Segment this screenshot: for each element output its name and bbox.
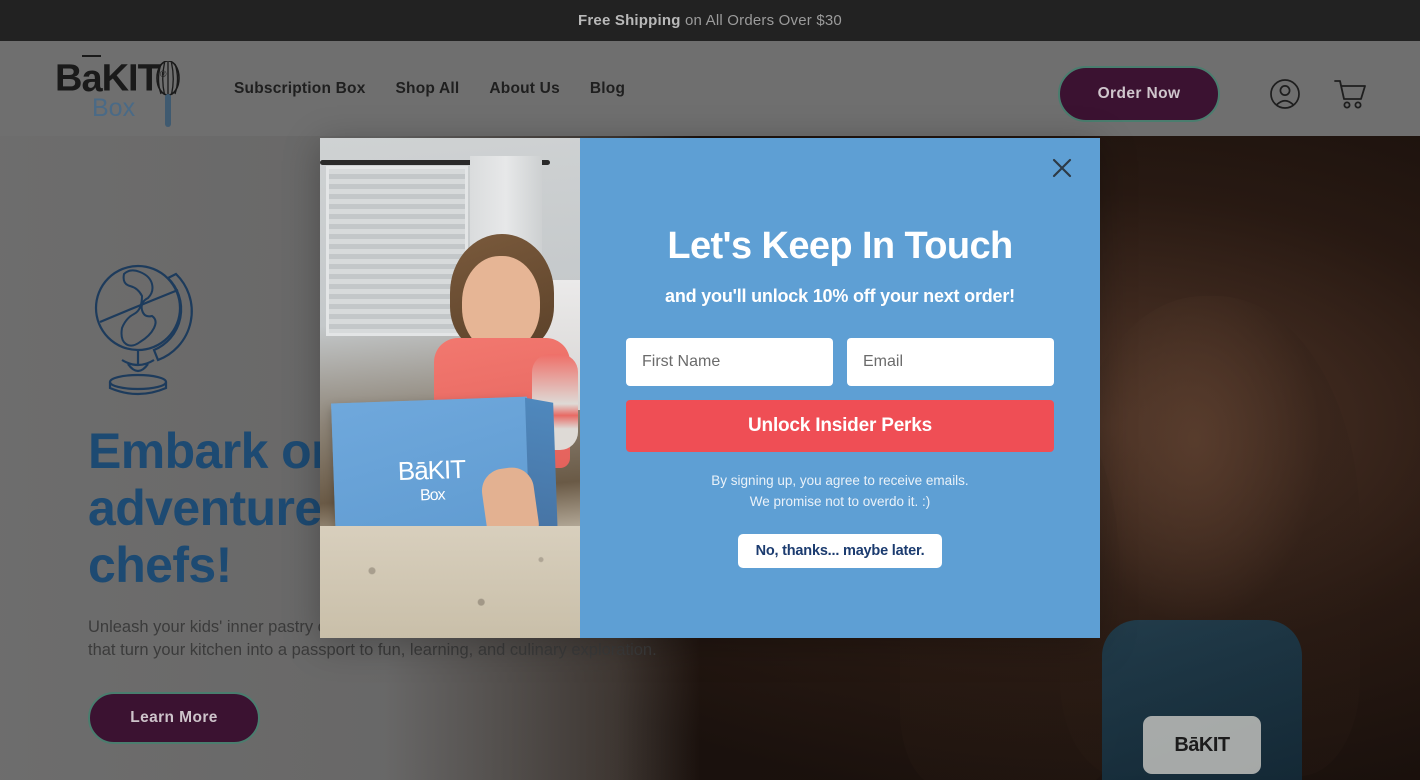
page-root: Free Shipping on All Orders Over $30 BaK… bbox=[0, 0, 1420, 780]
first-name-input[interactable] bbox=[626, 338, 833, 386]
site-logo[interactable]: BaKIT® Box bbox=[55, 55, 205, 127]
order-now-button[interactable]: Order Now bbox=[1058, 66, 1220, 122]
modal-title: Let's Keep In Touch bbox=[667, 225, 1013, 267]
nav-item-subscription-box[interactable]: Subscription Box bbox=[234, 80, 366, 98]
email-input[interactable] bbox=[847, 338, 1054, 386]
whisk-icon bbox=[156, 61, 180, 127]
announcement-rest: on All Orders Over $30 bbox=[680, 12, 842, 29]
decline-newsletter-button[interactable]: No, thanks... maybe later. bbox=[737, 534, 943, 568]
shopping-cart-icon bbox=[1334, 80, 1366, 109]
disclaimer-line-1: By signing up, you agree to receive emai… bbox=[711, 473, 969, 488]
logo-letter-a-macron: a bbox=[81, 57, 102, 100]
logo-letter-b: B bbox=[55, 57, 82, 100]
announcement-text: Free Shipping on All Orders Over $30 bbox=[578, 12, 842, 29]
modal-photo-panel: BāKIT Box bbox=[320, 138, 580, 638]
modal-subtitle: and you'll unlock 10% off your next orde… bbox=[665, 286, 1015, 306]
box-logo-main: BāKIT bbox=[397, 453, 466, 486]
modal-content-panel: Let's Keep In Touch and you'll unlock 10… bbox=[580, 138, 1100, 638]
modal-close-button[interactable] bbox=[1044, 150, 1080, 186]
close-icon bbox=[1052, 158, 1072, 178]
box-logo: BāKIT Box bbox=[397, 453, 466, 508]
granite-counter bbox=[320, 526, 580, 638]
cart-button[interactable] bbox=[1330, 74, 1370, 114]
box-logo-sub: Box bbox=[419, 486, 445, 504]
account-button[interactable] bbox=[1265, 74, 1305, 114]
signup-disclaimer: By signing up, you agree to receive emai… bbox=[711, 470, 968, 512]
hero-apron-logo: BāKIT bbox=[1143, 716, 1261, 774]
nav-item-about-us[interactable]: About Us bbox=[489, 80, 559, 98]
nav-item-shop-all[interactable]: Shop All bbox=[396, 80, 460, 98]
nav-item-blog[interactable]: Blog bbox=[590, 80, 625, 98]
announcement-bold: Free Shipping bbox=[578, 12, 681, 29]
site-header: BaKIT® Box Subscription Box Shop All Abo… bbox=[0, 41, 1420, 136]
main-navigation: Subscription Box Shop All About Us Blog bbox=[234, 41, 625, 136]
user-account-icon bbox=[1270, 79, 1300, 109]
globe-icon bbox=[94, 264, 193, 396]
signup-form-fields bbox=[626, 338, 1054, 386]
unlock-insider-perks-button[interactable]: Unlock Insider Perks bbox=[626, 400, 1054, 452]
disclaimer-line-2: We promise not to overdo it. :) bbox=[749, 494, 931, 509]
newsletter-modal: BāKIT Box Let's Keep In Touch and you'll … bbox=[320, 138, 1100, 638]
learn-more-button[interactable]: Learn More bbox=[88, 692, 260, 744]
hero-apron: BāKIT bbox=[1102, 620, 1302, 780]
announcement-bar: Free Shipping on All Orders Over $30 bbox=[0, 0, 1420, 41]
